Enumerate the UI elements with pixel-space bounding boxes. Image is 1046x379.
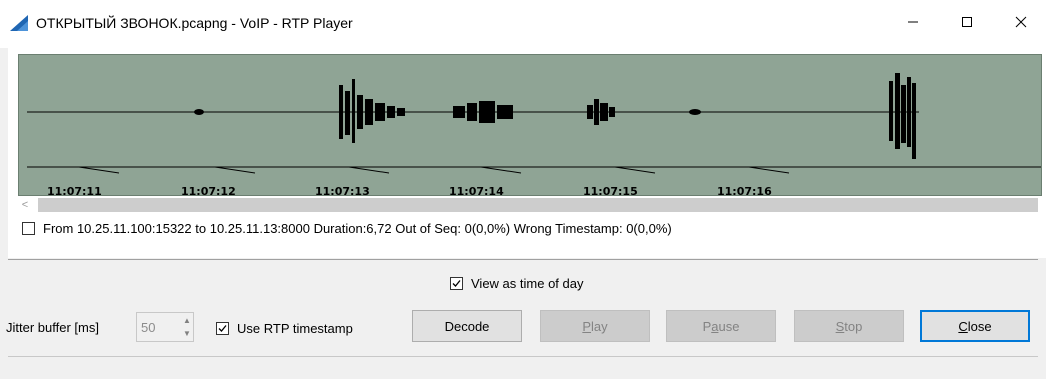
scroll-left-icon[interactable]: < xyxy=(18,198,32,212)
time-tick: 11:07:12 xyxy=(181,185,236,196)
scroll-right-icon[interactable]: > xyxy=(1042,198,1046,212)
checkmark-icon xyxy=(452,279,461,287)
jitter-buffer-value[interactable]: 50 xyxy=(141,320,155,335)
scroll-thumb[interactable] xyxy=(38,198,1038,212)
spin-arrows: ▲ ▼ xyxy=(180,313,194,341)
time-tick: 11:07:15 xyxy=(583,185,638,196)
wireshark-fin-icon xyxy=(10,15,28,31)
view-time-of-day[interactable]: View as time of day xyxy=(450,274,583,292)
rtp-player-client: 11:07:11 11:07:12 11:07:13 11:07:14 11:0… xyxy=(0,48,1046,379)
use-rtp-timestamp-label: Use RTP timestamp xyxy=(237,320,353,336)
pause-label: Pause xyxy=(702,318,740,334)
play-button[interactable]: Play xyxy=(540,310,650,342)
stream-row[interactable]: From 10.25.11.100:15322 to 10.25.11.13:8… xyxy=(22,218,672,238)
bottom-separator xyxy=(8,356,1038,359)
stream-description: From 10.25.11.100:15322 to 10.25.11.13:8… xyxy=(43,220,672,236)
use-rtp-timestamp-checkbox[interactable] xyxy=(216,321,229,335)
jitter-buffer-spinbox[interactable]: 50 ▲ ▼ xyxy=(136,312,194,342)
maximize-icon[interactable] xyxy=(944,0,990,44)
divider xyxy=(8,259,1038,262)
stop-label: Stop xyxy=(835,318,863,334)
time-tick: 11:07:11 xyxy=(47,185,102,196)
stop-button[interactable]: Stop xyxy=(794,310,904,342)
jitter-buffer-label: Jitter buffer [ms] xyxy=(6,320,99,335)
spin-up-icon[interactable]: ▲ xyxy=(180,314,194,327)
play-label: Play xyxy=(582,318,608,334)
spin-down-icon[interactable]: ▼ xyxy=(180,327,194,340)
view-time-of-day-label: View as time of day xyxy=(471,275,584,291)
checkmark-icon xyxy=(218,324,227,332)
minimize-icon[interactable] xyxy=(890,0,936,44)
streams-panel: 11:07:11 11:07:12 11:07:13 11:07:14 11:0… xyxy=(8,48,1046,258)
close-icon[interactable] xyxy=(998,0,1044,44)
window-title: ОТКРЫТЫЙ ЗВОНОК.pcapng - VoIP - RTP Play… xyxy=(36,15,353,31)
use-rtp-timestamp[interactable]: Use RTP timestamp xyxy=(216,319,353,337)
close-button[interactable]: Close xyxy=(920,310,1030,342)
title-bar: ОТКРЫТЫЙ ЗВОНОК.pcapng - VoIP - RTP Play… xyxy=(0,0,1046,48)
view-time-of-day-checkbox[interactable] xyxy=(450,276,463,290)
time-tick: 11:07:13 xyxy=(315,185,370,196)
waveform-graph[interactable]: 11:07:11 11:07:12 11:07:13 11:07:14 11:0… xyxy=(18,54,1042,196)
waveform-canvas xyxy=(27,73,1041,174)
decode-label: Decode xyxy=(444,318,490,334)
pause-button[interactable]: Pause xyxy=(666,310,776,342)
decode-button[interactable]: Decode xyxy=(412,310,522,342)
time-tick: 11:07:16 xyxy=(717,185,772,196)
close-label: Close xyxy=(958,318,992,334)
horizontal-scrollbar[interactable]: < > xyxy=(18,198,1046,212)
time-tick: 11:07:14 xyxy=(449,185,504,196)
stream-checkbox[interactable] xyxy=(22,221,35,235)
